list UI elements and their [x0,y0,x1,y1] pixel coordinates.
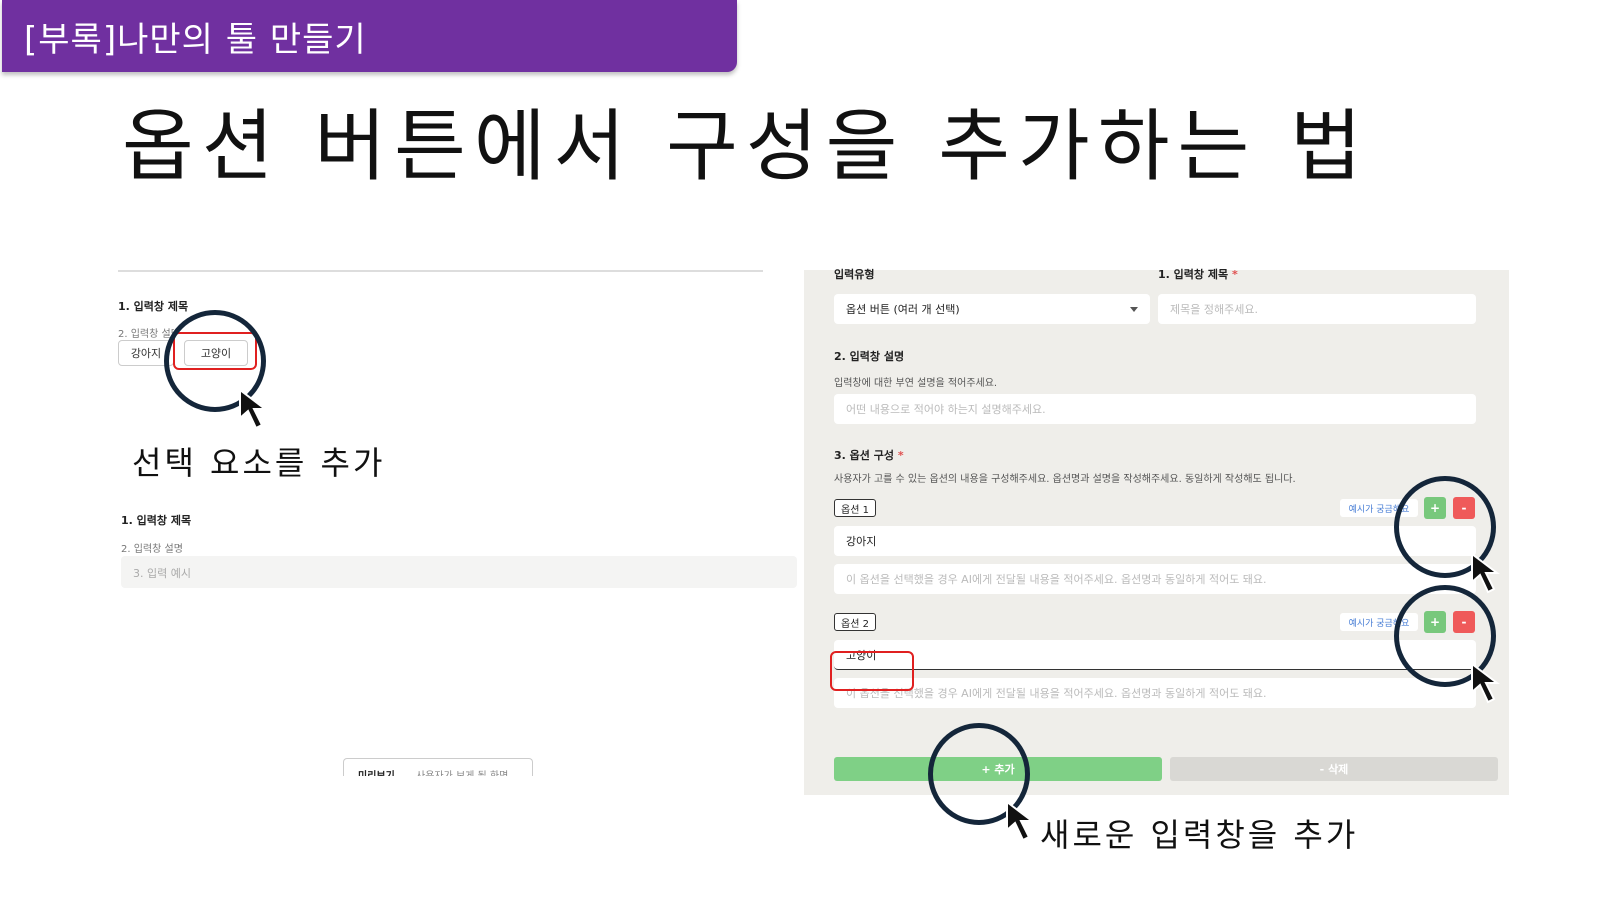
input-type-select[interactable]: 옵션 버튼 (여러 개 선택) [834,294,1150,324]
input-type-value: 옵션 버튼 (여러 개 선택) [846,303,960,316]
title-input[interactable]: 제목을 정해주세요. [1158,294,1476,324]
preview-tab[interactable]: 미리보기 사용자가 보게 될 화면 [343,758,533,776]
remove-option-button[interactable]: - [1453,611,1475,633]
option-badge: 옵션 2 [834,613,876,631]
field-title: 1. 입력창 제목 [121,514,192,527]
option-desc-input[interactable]: 이 옵션을 선택했을 경우 AI에게 전달될 내용을 적어주세요. 옵션명과 동… [834,564,1476,594]
option-chip-cat[interactable]: 고양이 [184,340,248,366]
desc-help: 입력창에 대한 부연 설명을 적어주세요. [834,378,998,389]
title-label: 1. 입력창 제목 * [1158,266,1238,282]
required-mark: * [897,449,904,462]
field-description: 2. 입력창 설명 [118,329,174,340]
option-badge: 옵션 1 [834,499,876,517]
options-label-text: 3. 옵션 구성 [834,449,894,462]
add-option-button[interactable]: + [1424,611,1446,633]
remove-option-button[interactable]: - [1453,497,1475,519]
preview-tab-label: 미리보기 [358,767,395,776]
option-name-input[interactable]: 고양이 [834,640,1476,670]
desc-label: 2. 입력창 설명 [834,350,905,363]
add-option-button[interactable]: + [1424,497,1446,519]
section-tag: [부록]나만의 툴 만들기 [2,0,737,72]
field-title: 1. 입력창 제목 [118,300,189,313]
caption-add-field: 새로운 입력창을 추가 [1040,816,1359,854]
required-mark: * [1231,268,1238,281]
delete-field-button[interactable]: - 삭제 [1170,757,1498,781]
option-name-input[interactable]: 강아지 [834,526,1476,556]
input-type-label: 입력유형 [834,268,875,281]
preview-tab-sublabel: 사용자가 보게 될 화면 [416,767,508,776]
option-desc-input[interactable]: 이 옵션을 선택했을 경우 AI에게 전달될 내용을 적어주세요. 옵션명과 동… [834,678,1476,708]
section-tag-text: [부록]나만의 툴 만들기 [24,20,367,60]
example-input[interactable]: 3. 입력 예시 [121,556,797,588]
desc-input[interactable]: 어떤 내용으로 적어야 하는지 설명해주세요. [834,394,1476,424]
option-chip-dog[interactable]: 강아지 [118,340,174,366]
divider [118,270,763,272]
example-hint-button[interactable]: 예시가 궁금해요 [1340,613,1418,631]
options-label: 3. 옵션 구성 * [834,447,904,463]
slide-title: 옵션 버튼에서 구성을 추가하는 법 [122,102,1370,192]
editor-panel: 입력유형 1. 입력창 제목 * 옵션 버튼 (여러 개 선택) 제목을 정해주… [804,268,1509,795]
preview-panel: 1. 입력창 제목 2. 입력창 설명 강아지 고양이 1. 입력창 제목 2.… [118,270,797,790]
title-label-text: 1. 입력창 제목 [1158,268,1229,281]
add-field-button[interactable]: + 추가 [834,757,1162,781]
dropdown-arrow-icon [1130,307,1138,312]
example-hint-button[interactable]: 예시가 궁금해요 [1340,499,1418,517]
options-help: 사용자가 고를 수 있는 옵션의 내용을 구성해주세요. 옵션명과 설명을 작성… [834,474,1296,485]
field-description: 2. 입력창 설명 [121,544,183,555]
cursor-arrow-icon [1006,800,1035,842]
